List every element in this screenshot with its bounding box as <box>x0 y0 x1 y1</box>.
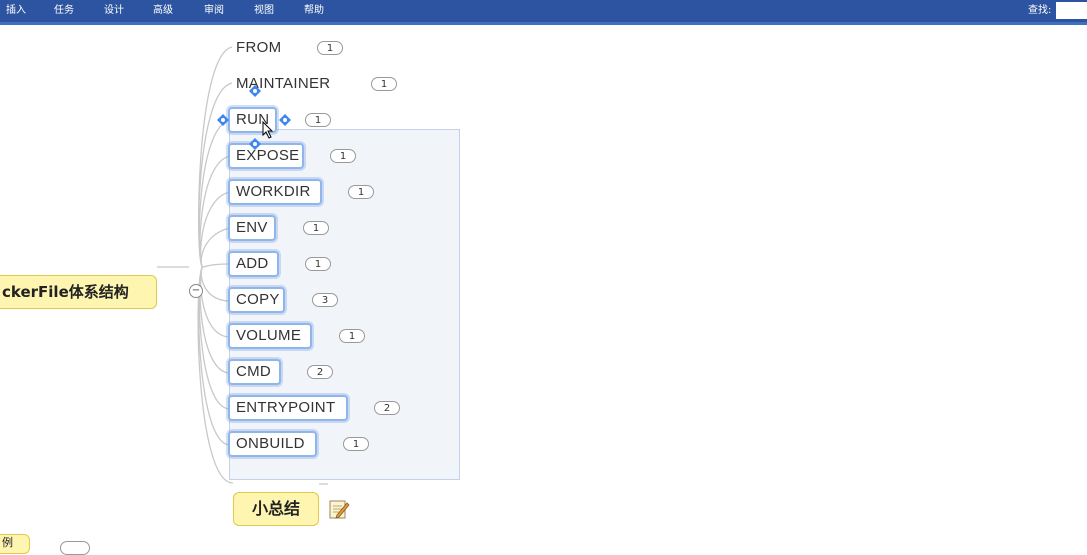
menu-help[interactable]: 帮助 <box>304 4 324 18</box>
topic-count-badge[interactable]: 1 <box>305 113 331 127</box>
mindmap-canvas[interactable]: ckerFile体系结构 − FROM 1 MAINTAINER 1 RUN 1… <box>0 25 1087 555</box>
topic-onbuild[interactable]: ONBUILD <box>228 431 317 457</box>
topic-maintainer[interactable]: MAINTAINER <box>230 71 336 97</box>
collapse-icon[interactable]: − <box>189 284 203 298</box>
selection-handle-icon[interactable] <box>217 114 229 126</box>
topic-count-badge[interactable]: 2 <box>374 401 400 415</box>
topic-count-badge[interactable]: 1 <box>339 329 365 343</box>
topic-count-badge[interactable]: 1 <box>317 41 343 55</box>
find-label: 查找: <box>1028 5 1052 16</box>
connector-lines <box>157 46 328 485</box>
topic-cmd[interactable]: CMD <box>228 359 281 385</box>
menu-review[interactable]: 审阅 <box>204 4 224 18</box>
topic-label: ENTRYPOINT <box>236 399 336 416</box>
topic-label: WORKDIR <box>236 183 311 200</box>
topic-label: CMD <box>236 363 272 380</box>
menu-bar: 插入 任务 设计 高级 审阅 视图 帮助 查找: <box>0 0 1087 25</box>
topic-label: COPY <box>236 291 280 308</box>
topic-env[interactable]: ENV <box>228 215 276 241</box>
topic-count-badge[interactable]: 3 <box>312 293 338 307</box>
topic-copy[interactable]: COPY <box>228 287 285 313</box>
summary-topic[interactable]: 小总结 <box>233 492 319 526</box>
selection-handle-icon[interactable] <box>279 114 291 126</box>
menu-advanced[interactable]: 高级 <box>153 4 173 18</box>
topic-count-badge[interactable]: 1 <box>371 77 397 91</box>
topic-volume[interactable]: VOLUME <box>228 323 312 349</box>
topic-count-badge[interactable]: 1 <box>343 437 369 451</box>
selection-handle-icon[interactable] <box>249 138 261 150</box>
topic-label: ONBUILD <box>236 435 305 452</box>
topic-label: FROM <box>236 39 282 56</box>
topic-label: VOLUME <box>236 327 302 344</box>
central-topic-label: ckerFile体系结构 <box>2 283 129 301</box>
partial-count-badge[interactable] <box>60 541 90 555</box>
topic-count-badge[interactable]: 1 <box>330 149 356 163</box>
topic-label: ENV <box>236 219 268 236</box>
topic-label: EXPOSE <box>236 147 300 164</box>
find-input[interactable] <box>1056 2 1087 19</box>
topic-add[interactable]: ADD <box>228 251 279 277</box>
topic-count-badge[interactable]: 1 <box>305 257 331 271</box>
topic-count-badge[interactable]: 1 <box>348 185 374 199</box>
topic-label: ADD <box>236 255 269 272</box>
menu-task[interactable]: 任务 <box>54 4 74 18</box>
summary-topic-label: 小总结 <box>251 499 300 518</box>
topic-count-badge[interactable]: 2 <box>307 365 333 379</box>
note-icon[interactable] <box>328 498 350 520</box>
menu-insert[interactable]: 插入 <box>6 4 26 18</box>
menu-view[interactable]: 视图 <box>254 4 274 18</box>
mouse-cursor-icon <box>262 121 274 139</box>
topic-count-badge[interactable]: 1 <box>303 221 329 235</box>
topic-expose[interactable]: EXPOSE <box>228 143 304 169</box>
central-topic[interactable]: ckerFile体系结构 <box>0 275 157 309</box>
menu-design[interactable]: 设计 <box>104 4 124 18</box>
selection-handle-icon[interactable] <box>249 85 261 97</box>
topic-workdir[interactable]: WORKDIR <box>228 179 322 205</box>
partial-topic[interactable]: 例 <box>0 534 30 554</box>
topic-from[interactable]: FROM <box>230 35 287 61</box>
topic-entrypoint[interactable]: ENTRYPOINT <box>228 395 348 421</box>
